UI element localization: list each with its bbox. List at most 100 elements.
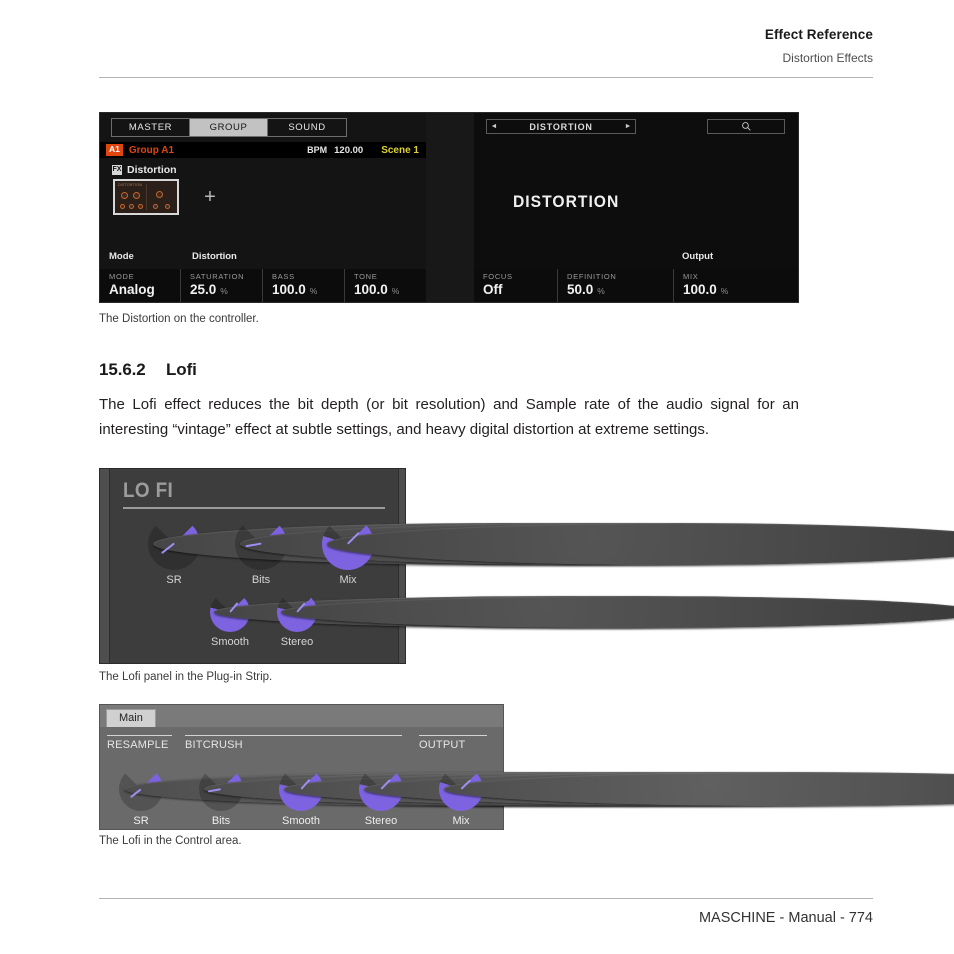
figure-caption-strip: The Lofi panel in the Plug-in Strip.	[99, 671, 273, 683]
tab-sound[interactable]: SOUND	[268, 119, 346, 136]
figure-caption-control-area: The Lofi in the Control area.	[99, 835, 242, 847]
strip-title-divider	[123, 507, 385, 509]
knob-label: SR	[166, 574, 182, 586]
running-head: Effect Reference Distortion Effects	[99, 26, 873, 67]
plugin-thumbnail[interactable]: DISTORTION	[113, 179, 179, 215]
controller-right-display: ◄ DISTORTION ► DISTORTION Output FOCUS O…	[474, 113, 798, 302]
group-status-bar: A1 Group A1 BPM 120.00 Scene 1	[100, 142, 426, 158]
param-header-distortion: Distortion	[192, 251, 237, 262]
section-divider	[419, 735, 487, 736]
knob-dial[interactable]	[148, 518, 853, 570]
section-title: Lofi	[166, 360, 197, 379]
strip-title: LO FI	[123, 479, 174, 502]
param-value-wrap: 100.0 %	[272, 282, 344, 297]
knob-cap	[281, 596, 954, 628]
param-mode[interactable]: MODE Analog	[100, 269, 180, 302]
knob-dial[interactable]	[235, 518, 940, 570]
running-head-title: Effect Reference	[764, 27, 873, 42]
param-name: MODE	[109, 272, 135, 281]
scene-name[interactable]: Scene 1	[381, 145, 419, 156]
add-plugin-button[interactable]: +	[201, 187, 219, 207]
footer-divider	[99, 898, 873, 899]
section-resample: RESAMPLE	[107, 735, 172, 751]
param-unit: %	[220, 286, 228, 296]
param-name: FOCUS	[483, 272, 513, 281]
knob-dial[interactable]	[199, 767, 904, 811]
plugin-thumbnail-title: DISTORTION	[118, 183, 143, 187]
control-area-figure: Main RESAMPLE BITCRUSH OUTPUT SR Bits Sm…	[99, 704, 954, 830]
param-mix[interactable]: MIX 100.0 %	[673, 269, 783, 302]
knob-label: Smooth	[282, 815, 320, 827]
thumbnail-knob	[129, 204, 134, 209]
knob-dial[interactable]	[439, 767, 954, 811]
knob-stereo[interactable]: Stereo	[265, 592, 954, 648]
knob-label: Stereo	[280, 636, 314, 648]
param-value-wrap: Off	[483, 282, 557, 297]
param-value-wrap: 100.0 %	[683, 282, 783, 297]
knob-dial[interactable]	[359, 767, 954, 811]
knob-dial[interactable]	[279, 767, 954, 811]
control-area-topbar	[100, 705, 503, 727]
chevron-left-icon[interactable]: ◄	[487, 120, 501, 133]
thumbnail-knob	[138, 204, 143, 209]
knob-bits[interactable]: Bits	[229, 518, 940, 586]
section-heading: 15.6.2 Lofi	[99, 360, 197, 380]
knob-stereo[interactable]: Stereo	[351, 767, 954, 827]
knob-mix[interactable]: Mix	[316, 518, 954, 586]
tab-master[interactable]: MASTER	[112, 119, 190, 136]
plugin-browser-nav[interactable]: ◄ DISTORTION ►	[486, 119, 636, 134]
section-output: OUTPUT	[419, 735, 487, 751]
param-value-wrap: 25.0 %	[190, 282, 262, 297]
plugin-slot-name[interactable]: Distortion	[127, 164, 177, 176]
chevron-right-icon[interactable]: ►	[621, 120, 635, 133]
right-param-headers: Output	[474, 251, 798, 267]
search-icon	[741, 122, 751, 131]
param-saturation[interactable]: SATURATION 25.0 %	[180, 269, 262, 302]
param-header-output: Output	[682, 251, 714, 262]
knob-dial[interactable]	[277, 592, 954, 632]
param-focus[interactable]: FOCUS Off	[474, 269, 557, 302]
knob-dial[interactable]	[322, 518, 954, 570]
thumbnail-divider	[146, 184, 147, 210]
knob-label: Mix	[452, 815, 470, 827]
knob-label: Bits	[251, 574, 271, 586]
knob-sr[interactable]: SR	[142, 518, 853, 586]
section-divider	[107, 735, 172, 736]
manual-page: Effect Reference Distortion Effects MAST…	[0, 0, 954, 954]
param-unit: %	[309, 286, 318, 296]
param-unit: %	[597, 286, 605, 296]
knob-dial[interactable]	[210, 592, 914, 632]
controller-level-tabs[interactable]: MASTER GROUP SOUND	[111, 118, 347, 137]
knob-smooth[interactable]: Smooth	[271, 767, 954, 827]
tab-group[interactable]: GROUP	[190, 119, 268, 136]
left-param-headers: Mode Distortion	[100, 251, 426, 267]
group-badge: A1	[106, 144, 123, 156]
param-value: 50.0	[567, 282, 594, 297]
thumbnail-knob	[120, 204, 125, 209]
plugin-strip-figure: LO FI SR Bits Mix Smooth Stereo	[99, 468, 954, 664]
bpm-label: BPM	[307, 145, 328, 155]
bpm-value[interactable]: 120.00	[334, 145, 363, 156]
thumbnail-knob	[133, 192, 140, 199]
knob-smooth[interactable]: Smooth	[198, 592, 914, 648]
left-param-row: MODE Analog SATURATION 25.0 % BASS 100.0…	[100, 269, 426, 302]
param-tone[interactable]: TONE 100.0 %	[344, 269, 426, 302]
search-button[interactable]	[707, 119, 785, 134]
footer-text: MASCHINE - Manual - 774	[698, 910, 873, 926]
param-unit: %	[391, 286, 400, 296]
param-value: 25.0	[190, 282, 217, 297]
knob-bits[interactable]: Bits	[191, 767, 904, 827]
thumbnail-knob	[156, 191, 163, 198]
fx-icon: FX	[112, 165, 122, 175]
param-value-wrap: 100.0 %	[354, 282, 426, 297]
knob-mix[interactable]: Mix	[431, 767, 954, 827]
knob-sr[interactable]: SR	[111, 767, 824, 827]
knob-dial[interactable]	[119, 767, 824, 811]
param-name: SATURATION	[190, 272, 245, 281]
param-bass[interactable]: BASS 100.0 %	[262, 269, 344, 302]
knob-label: Bits	[211, 815, 231, 827]
param-definition[interactable]: DEFINITION 50.0 %	[557, 269, 673, 302]
tab-main[interactable]: Main	[106, 709, 156, 728]
thumbnail-knob	[153, 204, 158, 209]
param-value: 100.0	[683, 282, 717, 297]
